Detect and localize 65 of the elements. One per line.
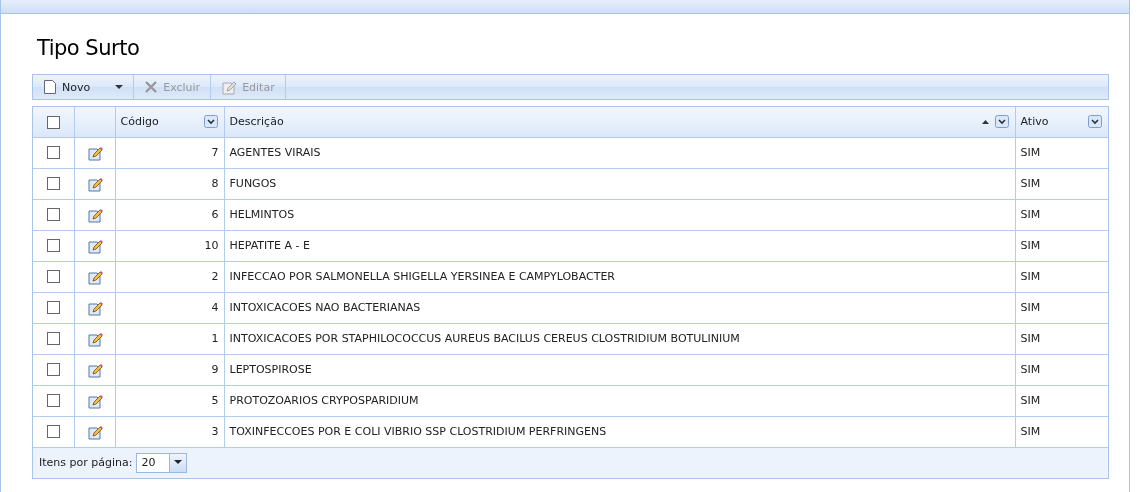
table-cell: SIM (1020, 239, 1041, 252)
table-cell: 10 (204, 239, 219, 252)
table-cell: 5 (211, 394, 219, 407)
document-icon (43, 79, 57, 95)
dropdown-icon[interactable] (994, 115, 1009, 129)
table-cell: AGENTES VIRAIS (229, 146, 321, 159)
table-cell: SIM (1020, 394, 1041, 407)
row-checkbox[interactable] (46, 177, 60, 191)
select-all-checkbox[interactable] (46, 115, 60, 129)
table-cell: 4 (211, 301, 219, 314)
row-checkbox[interactable] (46, 301, 60, 315)
edit-icon[interactable] (86, 237, 103, 254)
edit-icon (221, 79, 238, 95)
column-header[interactable]: Descrição (229, 115, 284, 129)
table-cell: TOXINFECCOES POR E COLI VIBRIO SSP CLOSTRIDIUM PERFRINGENS (229, 425, 607, 438)
page-title: Tipo Surto (36, 36, 141, 62)
table-cell: SIM (1020, 301, 1041, 314)
edit-icon[interactable] (86, 268, 103, 285)
table-cell: 9 (211, 363, 219, 376)
table-cell: 3 (211, 425, 219, 438)
table-cell: FUNGOS (229, 177, 277, 190)
table-cell: SIM (1020, 332, 1041, 345)
close-icon (144, 80, 159, 94)
table-cell: INFECCAO POR SALMONELLA SHIGELLA YERSINEA E CAMPYLOBACTER (229, 270, 615, 283)
table-cell: SIM (1020, 177, 1041, 190)
row-checkbox[interactable] (46, 394, 60, 408)
edit-icon[interactable] (86, 330, 103, 347)
table-cell: LEPTOSPIROSE (229, 363, 312, 376)
table-cell: HELMINTOS (229, 208, 295, 221)
caret-icon (174, 460, 183, 465)
edit-icon[interactable] (86, 299, 103, 316)
table-cell: SIM (1020, 425, 1041, 438)
table-cell: 1 (211, 332, 219, 345)
table-cell: 2 (211, 270, 219, 283)
edit-icon[interactable] (86, 206, 103, 223)
table-cell: HEPATITE A - E (229, 239, 310, 252)
row-checkbox[interactable] (46, 208, 60, 222)
table-cell: SIM (1020, 208, 1041, 221)
edit-icon[interactable] (86, 175, 103, 192)
dropdown-icon[interactable] (203, 115, 218, 129)
dropdown-icon[interactable] (1088, 115, 1102, 129)
table-cell: 8 (211, 177, 219, 190)
page-size-select[interactable]: 20 (136, 452, 188, 473)
table-cell: INTOXICACOES NAO BACTERIANAS (229, 301, 421, 314)
row-checkbox[interactable] (46, 146, 60, 160)
table-cell: INTOXICACOES POR STAPHILOCOCCUS AUREUS BACILUS CEREUS CLOSTRIDIUM BOTULINIUM (229, 332, 740, 345)
row-checkbox[interactable] (46, 425, 60, 439)
row-checkbox[interactable] (46, 239, 60, 253)
column-header[interactable]: Código (120, 115, 159, 129)
row-checkbox[interactable] (46, 363, 60, 377)
column-header[interactable]: Ativo (1020, 115, 1049, 129)
edit-icon[interactable] (86, 392, 103, 409)
edit-icon[interactable] (86, 361, 103, 378)
table-cell: 7 (211, 146, 219, 159)
table-cell: SIM (1020, 270, 1041, 283)
table-cell: 6 (211, 208, 219, 221)
edit-icon[interactable] (86, 423, 103, 440)
new-button[interactable]: Novo (33, 75, 135, 99)
row-checkbox[interactable] (46, 332, 60, 346)
table-cell: SIM (1020, 146, 1041, 159)
edit-icon[interactable] (86, 144, 103, 161)
page-size-label: Itens por página: (39, 456, 133, 469)
table-cell: SIM (1020, 363, 1041, 376)
table-cell: PROTOZOARIOS CRYPOSPARIDIUM (229, 394, 419, 407)
row-checkbox[interactable] (46, 270, 60, 284)
